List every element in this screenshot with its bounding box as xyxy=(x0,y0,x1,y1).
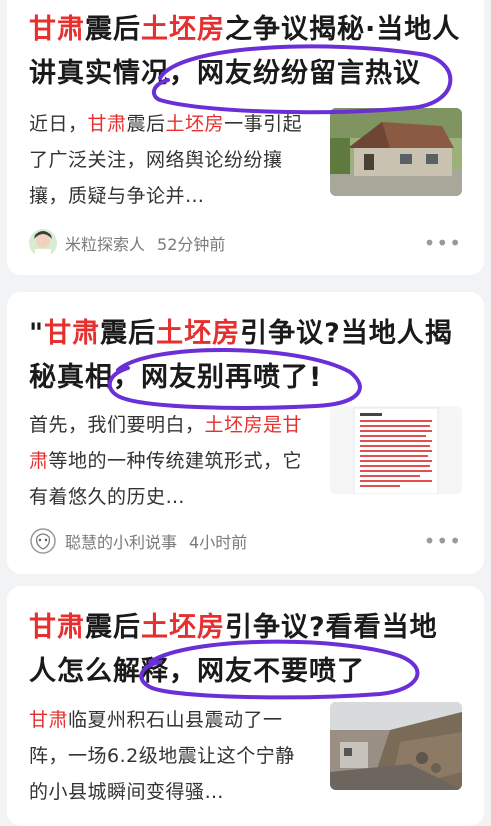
highlighted-keyword: 甘肃 xyxy=(29,612,85,643)
text-segment: 震后 xyxy=(126,113,166,135)
article-meta: 聪慧的小利说事 4小时前 ••• xyxy=(29,526,462,556)
article-snippet: 甘肃临夏州积石山县震动了一阵，一场6.2级地震让这个宁静的小县城瞬间变得骚… xyxy=(29,702,309,810)
article-card-1[interactable]: 甘肃震后土坯房之争议揭秘·当地人讲真实情况，网友纷纷留言热议 近日，甘肃震后土坯… xyxy=(7,0,484,275)
text-segment: 首先，我们要明白， xyxy=(29,414,205,436)
highlighted-keyword: 甘肃 xyxy=(44,318,101,349)
highlighted-keyword: 土坯房 xyxy=(165,113,225,135)
article-snippet: 首先，我们要明白，土坯房是甘肃等地的一种传统建筑形式，它有着悠久的历史… xyxy=(29,407,309,515)
author-avatar[interactable] xyxy=(29,527,57,555)
post-time: 52分钟前 xyxy=(157,235,226,254)
more-options-icon[interactable]: ••• xyxy=(424,231,462,255)
text-segment: 震后 xyxy=(85,612,141,643)
author-name[interactable]: 米粒探索人 xyxy=(65,231,145,255)
highlighted-keyword: 土坯房 xyxy=(141,14,225,45)
article-thumbnail[interactable] xyxy=(330,406,462,494)
article-thumbnail[interactable] xyxy=(330,702,462,790)
highlighted-keyword: 甘肃 xyxy=(29,14,85,45)
text-segment: 临夏州积石山县震动了一阵，一场6.2级地震让这个宁静的小县城瞬间变得骚… xyxy=(29,709,295,803)
highlighted-keyword: 土坯房 xyxy=(141,612,225,643)
author-avatar[interactable] xyxy=(29,229,57,257)
article-card-3[interactable]: 甘肃震后土坯房引争议?看看当地人怎么解释，网友不要喷了 甘肃临夏州积石山县震动了… xyxy=(7,586,484,826)
article-meta: 米粒探索人 52分钟前 ••• xyxy=(29,228,462,258)
article-snippet: 近日，甘肃震后土坯房一事引起了广泛关注，网络舆论纷纷攘攘，质疑与争论并… xyxy=(29,106,309,214)
text-segment: 震后 xyxy=(85,14,141,45)
text-segment: 近日， xyxy=(29,113,88,135)
text-segment: " xyxy=(29,318,45,349)
more-options-icon[interactable]: ••• xyxy=(424,529,462,553)
article-thumbnail[interactable] xyxy=(330,108,462,196)
text-segment: 等地的一种传统建筑形式，它有着悠久的历史… xyxy=(29,450,303,508)
post-time: 4小时前 xyxy=(189,533,248,552)
author-name[interactable]: 聪慧的小利说事 xyxy=(65,529,177,553)
article-title[interactable]: 甘肃震后土坯房引争议?看看当地人怎么解释，网友不要喷了 xyxy=(29,606,462,694)
highlighted-keyword: 土坯房 xyxy=(156,318,241,349)
highlighted-keyword: 甘肃 xyxy=(29,709,69,731)
article-title[interactable]: 甘肃震后土坯房之争议揭秘·当地人讲真实情况，网友纷纷留言热议 xyxy=(29,8,462,96)
text-segment: 震后 xyxy=(100,318,157,349)
article-title[interactable]: "甘肃震后土坯房引争议?当地人揭秘真相，网友别再喷了! xyxy=(29,312,462,400)
highlighted-keyword: 甘肃 xyxy=(87,113,127,135)
article-card-2[interactable]: "甘肃震后土坯房引争议?当地人揭秘真相，网友别再喷了! 首先，我们要明白，土坯房… xyxy=(7,292,484,574)
